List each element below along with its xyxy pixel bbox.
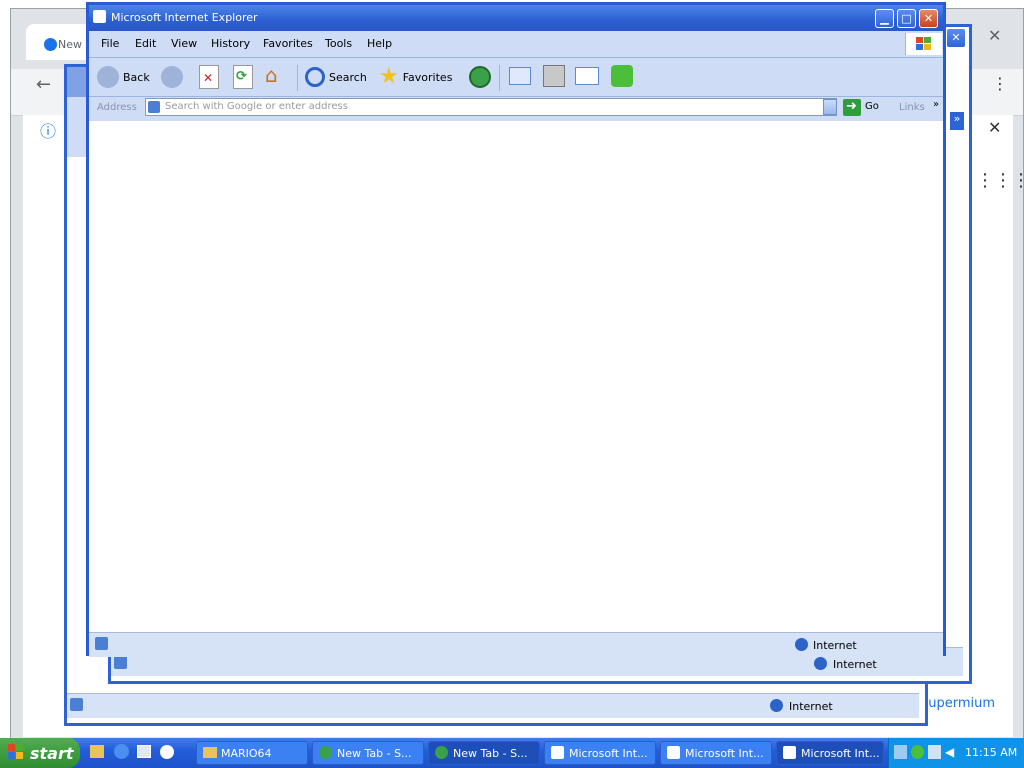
- forward-button[interactable]: [161, 63, 183, 91]
- menu-view[interactable]: View: [171, 37, 197, 50]
- windows-logo-icon: [8, 744, 24, 760]
- ie-back-1-close-button[interactable]: ✕: [946, 28, 966, 48]
- toolbar-separator: [499, 65, 500, 91]
- stop-icon[interactable]: ✕: [199, 65, 219, 89]
- task-label: New Tab - S...: [337, 747, 412, 760]
- forward-arrow-icon: [161, 66, 183, 88]
- ie-icon: [551, 746, 564, 759]
- search-icon: [305, 67, 325, 87]
- ie-quicklaunch-icon[interactable]: [114, 744, 129, 759]
- address-dropdown-icon[interactable]: [823, 99, 837, 115]
- clock[interactable]: 11:15 AM: [965, 746, 1017, 759]
- back-label: Back: [123, 70, 150, 84]
- task-label: Microsoft Int...: [801, 747, 880, 760]
- chrome-close-icon[interactable]: ✕: [988, 26, 1001, 45]
- home-icon[interactable]: ⌂: [265, 63, 289, 87]
- minimize-button[interactable]: ▁: [875, 9, 894, 28]
- folder-icon: [203, 747, 217, 758]
- ie-icon: [667, 746, 680, 759]
- page-icon: [148, 101, 160, 113]
- page-icon: [95, 637, 108, 650]
- page-icon: [70, 698, 83, 711]
- task-label: Microsoft Int...: [569, 747, 648, 760]
- favorites-label: Favorites: [402, 70, 453, 84]
- ie-back-1-chevron-icon[interactable]: »: [950, 112, 964, 130]
- ie-icon: [783, 746, 796, 759]
- toolbar-separator: [297, 65, 298, 91]
- menu-file[interactable]: File: [101, 37, 119, 50]
- dismiss-icon[interactable]: ✕: [988, 118, 1001, 137]
- close-button[interactable]: ✕: [919, 9, 938, 28]
- refresh-icon[interactable]: ⟳: [233, 65, 253, 89]
- back-arrow-icon: [97, 66, 119, 88]
- go-button[interactable]: Go: [865, 101, 879, 112]
- search-label: Search: [329, 70, 367, 84]
- computer-icon[interactable]: [928, 745, 941, 759]
- menu-favorites[interactable]: Favorites: [263, 37, 313, 50]
- print-icon[interactable]: [543, 65, 565, 87]
- address-label: Address: [97, 102, 137, 113]
- links-label[interactable]: Links: [899, 102, 925, 113]
- task-label: New Tab - S...: [453, 747, 528, 760]
- search-button[interactable]: Search: [305, 63, 367, 91]
- globe-icon: [795, 638, 808, 651]
- browser-icon: [319, 746, 332, 759]
- supermium-link[interactable]: Supermium: [920, 696, 995, 711]
- back-button[interactable]: Back: [97, 63, 150, 91]
- favorites-button[interactable]: ★ Favorites: [379, 63, 452, 91]
- ie-window: Microsoft Internet Explorer ▁ □ ✕ File E…: [86, 2, 946, 657]
- apps-grid-icon[interactable]: ⋮⋮⋮: [976, 170, 1024, 191]
- page-content[interactable]: [89, 121, 943, 633]
- status-zone-label: Internet: [833, 658, 877, 671]
- task-label: Microsoft Int...: [685, 747, 764, 760]
- task-label: MARIO64: [221, 747, 272, 760]
- security-icon[interactable]: [911, 745, 924, 759]
- puzzle-icon[interactable]: [611, 65, 633, 87]
- menu-history[interactable]: History: [211, 37, 250, 50]
- mail-quicklaunch-icon[interactable]: [137, 745, 151, 758]
- window-title: Microsoft Internet Explorer: [111, 11, 258, 24]
- globe-icon: [770, 699, 783, 712]
- ie-logo-icon: [93, 10, 106, 23]
- star-icon: ★: [379, 64, 399, 89]
- menu-tools[interactable]: Tools: [325, 37, 352, 50]
- status-zone-label: Internet: [813, 639, 857, 652]
- browser-icon: [435, 746, 448, 759]
- globe-icon: [814, 657, 827, 670]
- network-icon[interactable]: [894, 745, 907, 759]
- menu-edit[interactable]: Edit: [135, 37, 156, 50]
- status-zone-label: Internet: [789, 700, 833, 713]
- windows-flag-icon: [905, 33, 942, 55]
- history-icon[interactable]: [469, 66, 491, 88]
- address-placeholder[interactable]: Search with Google or enter address: [165, 101, 348, 112]
- menu-help[interactable]: Help: [367, 37, 392, 50]
- mail-icon[interactable]: [509, 67, 531, 85]
- start-label: start: [30, 744, 74, 763]
- media-player-icon[interactable]: [160, 745, 174, 759]
- links-chevron-icon[interactable]: »: [933, 99, 939, 110]
- back-arrow-icon[interactable]: ←: [36, 74, 51, 95]
- maximize-button[interactable]: □: [897, 9, 916, 28]
- chrome-tab-label: New: [58, 38, 82, 51]
- chrome-menu-icon[interactable]: ⋮: [992, 74, 1008, 93]
- edit-icon[interactable]: [575, 67, 599, 85]
- go-arrow-icon[interactable]: ➜: [843, 99, 861, 116]
- volume-icon[interactable]: ◀: [945, 745, 958, 759]
- page-icon: [114, 656, 127, 669]
- chrome-logo-icon: [44, 38, 57, 51]
- info-icon[interactable]: ⓘ: [40, 118, 56, 142]
- show-desktop-icon[interactable]: [90, 745, 104, 758]
